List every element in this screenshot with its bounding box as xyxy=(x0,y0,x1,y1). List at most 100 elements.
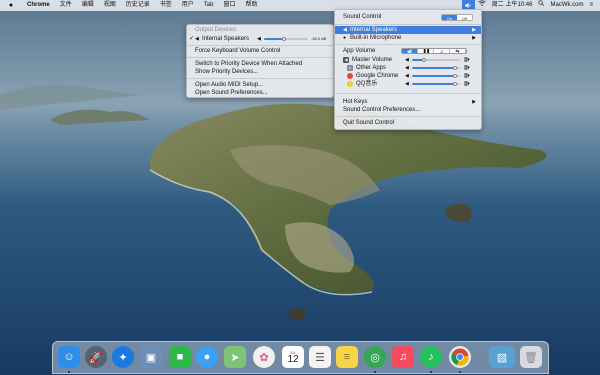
reminders-icon[interactable]: ☰ xyxy=(309,346,331,368)
device-volume-slider[interactable] xyxy=(264,37,308,41)
notes-icon[interactable]: ≡ xyxy=(336,346,358,368)
apple-icon[interactable]: ● xyxy=(0,2,22,9)
chrome-volume-knob[interactable] xyxy=(453,74,458,78)
input-built-in-microphone[interactable]: ● Built-in Microphone ▶ xyxy=(335,34,481,42)
segment-music[interactable]: ♫ xyxy=(434,49,450,53)
submenu-arrow-icon: ▶ xyxy=(472,27,476,33)
separator xyxy=(187,78,333,79)
toggle-on[interactable]: On xyxy=(442,15,457,20)
speaker-icon xyxy=(464,2,471,9)
messages-icon[interactable]: ● xyxy=(196,346,218,368)
menu-help[interactable]: 帮助 xyxy=(240,0,262,11)
chrome-volume-slider[interactable] xyxy=(412,74,460,78)
output-devices-header: Output Devices: xyxy=(195,27,238,33)
safari-icon[interactable]: ✦ xyxy=(112,346,134,368)
submenu-arrow-icon: ▶ xyxy=(472,99,476,105)
sound-control-menu: Sound Control On Off ◀ Internal Speakers… xyxy=(334,9,482,130)
watermark-text: MacWk.com xyxy=(550,2,584,8)
photos-icon[interactable]: ✿ xyxy=(253,346,275,368)
menu-item-force-keyboard[interactable]: Force Keyboard Volume Control xyxy=(187,47,333,55)
menu-item-quit-sound-control[interactable]: Quit Sound Control xyxy=(335,119,481,127)
speaker-icon: ◀ xyxy=(195,36,199,42)
segment-pause[interactable]: ▐▐ xyxy=(418,49,434,53)
speaker-mute-icon: ◀ xyxy=(405,81,409,87)
microphone-icon: ● xyxy=(343,35,347,41)
preview-icon[interactable]: ▣ xyxy=(140,346,162,368)
checkmark-icon: ✓ xyxy=(189,36,195,42)
other-apps-volume-knob[interactable] xyxy=(453,66,458,70)
master-volume-knob[interactable] xyxy=(422,58,426,62)
sound-control-title-row: Sound Control On Off xyxy=(335,12,481,23)
volume-row-master: ◀ Master Volume ◀ ||||▾ xyxy=(343,56,470,64)
music-icon[interactable]: ♫ xyxy=(392,346,414,368)
chrome-icon xyxy=(347,73,353,79)
menu-people[interactable]: 用户 xyxy=(177,0,199,11)
running-indicator xyxy=(459,371,461,373)
output-internal-speakers[interactable]: ◀ Internal Speakers ▶ xyxy=(335,26,481,34)
running-indicator xyxy=(68,371,70,373)
other-apps-volume-fill xyxy=(412,67,456,69)
equalizer-icon[interactable]: ||||▾ xyxy=(464,80,470,88)
speaker-mute-icon: ◀ xyxy=(257,36,261,42)
volume-row-qq-music: ♪ QQ音乐 ◀ ||||▾ xyxy=(347,80,470,88)
device-internal-speakers[interactable]: ✓ ◀ Internal Speakers ◀ -34.0 dB xyxy=(187,35,333,43)
separator xyxy=(335,93,481,94)
menu-window[interactable]: 窗口 xyxy=(218,0,240,11)
calendar-icon[interactable]: JUL 12 xyxy=(282,346,304,368)
menu-edit[interactable]: 编辑 xyxy=(77,0,99,11)
menu-item-sound-control-preferences[interactable]: Sound Control Preferences... xyxy=(335,106,481,114)
separator xyxy=(335,24,481,25)
menu-item-sound-preferences[interactable]: Open Sound Preferences... xyxy=(187,89,333,97)
equalizer-icon[interactable]: ||||▾ xyxy=(464,56,470,64)
finder-icon[interactable]: ☺ xyxy=(58,346,80,368)
menu-item-show-priority[interactable]: Show Priority Devices... xyxy=(187,68,333,76)
search-icon[interactable] xyxy=(535,0,547,11)
facetime-icon[interactable]: ■ xyxy=(169,346,191,368)
folder-icon[interactable]: ▧ xyxy=(489,346,515,368)
menu-item-audio-midi[interactable]: Open Audio MIDI Setup... xyxy=(187,81,333,89)
equalizer-icon[interactable]: ||||▾ xyxy=(464,64,470,72)
speaker-mute-icon: ◀ xyxy=(405,57,409,63)
menu-tab[interactable]: Tab xyxy=(199,0,219,11)
trash-icon[interactable]: 🗑 xyxy=(520,346,542,368)
clock[interactable]: 周二 上午10:46 xyxy=(489,0,536,11)
equalizer-icon[interactable]: ||||▾ xyxy=(464,72,470,80)
chrome-volume-fill xyxy=(412,75,456,77)
volume-row-google-chrome: Google Chrome ◀ ||||▾ xyxy=(335,72,481,80)
separator xyxy=(335,116,481,117)
menu-bar: ● Chrome 文件 编辑 视图 历史记录 书签 用户 Tab 窗口 帮助 周… xyxy=(0,0,600,11)
menu-item-hot-keys[interactable]: Hot Keys ▶ xyxy=(335,98,481,106)
other-apps-volume-slider[interactable] xyxy=(412,66,460,70)
segment-swap[interactable]: ⇆ xyxy=(450,49,466,53)
menu-item-switch-priority[interactable]: Switch to Priority Device When Attached xyxy=(187,60,333,68)
maps-icon[interactable]: ➤ xyxy=(224,346,246,368)
device-level-text: -34.0 dB xyxy=(311,36,327,41)
volume-row-other-apps: A Other Apps ◀ ||||▾ xyxy=(347,64,470,72)
toggle-off[interactable]: Off xyxy=(457,15,472,20)
segment-volume[interactable]: ◀) xyxy=(402,49,418,53)
other-apps-icon: A xyxy=(347,65,353,71)
menu-history[interactable]: 历史记录 xyxy=(121,0,155,11)
speaker-mute-icon: ◀ xyxy=(405,65,409,71)
qq-music-volume-fill xyxy=(412,83,456,85)
qq-music-volume-knob[interactable] xyxy=(453,82,458,86)
menu-view[interactable]: 视图 xyxy=(99,0,121,11)
chrome-icon[interactable] xyxy=(449,346,471,368)
separator xyxy=(335,44,481,45)
device-label: Internal Speakers xyxy=(202,36,250,42)
menu-list-icon[interactable]: ≡ xyxy=(586,0,596,11)
qq-music-icon[interactable]: ♪ xyxy=(420,346,442,368)
power-toggle[interactable]: On Off xyxy=(441,14,473,21)
master-volume-slider[interactable] xyxy=(412,58,460,62)
sound-control-icon[interactable]: ◎ xyxy=(364,346,386,368)
qq-music-volume-slider[interactable] xyxy=(412,82,460,86)
app-menu-chrome[interactable]: Chrome xyxy=(22,0,55,11)
menu-file[interactable]: 文件 xyxy=(55,0,77,11)
device-volume-knob[interactable] xyxy=(281,37,286,41)
launchpad-icon[interactable]: 🚀 xyxy=(85,346,107,368)
app-volume-segments[interactable]: ◀) ▐▐ ♫ ⇆ xyxy=(401,48,467,54)
running-indicator xyxy=(374,371,376,373)
separator xyxy=(187,45,333,46)
speaker-mute-icon: ◀ xyxy=(405,73,409,79)
menu-bookmarks[interactable]: 书签 xyxy=(155,0,177,11)
